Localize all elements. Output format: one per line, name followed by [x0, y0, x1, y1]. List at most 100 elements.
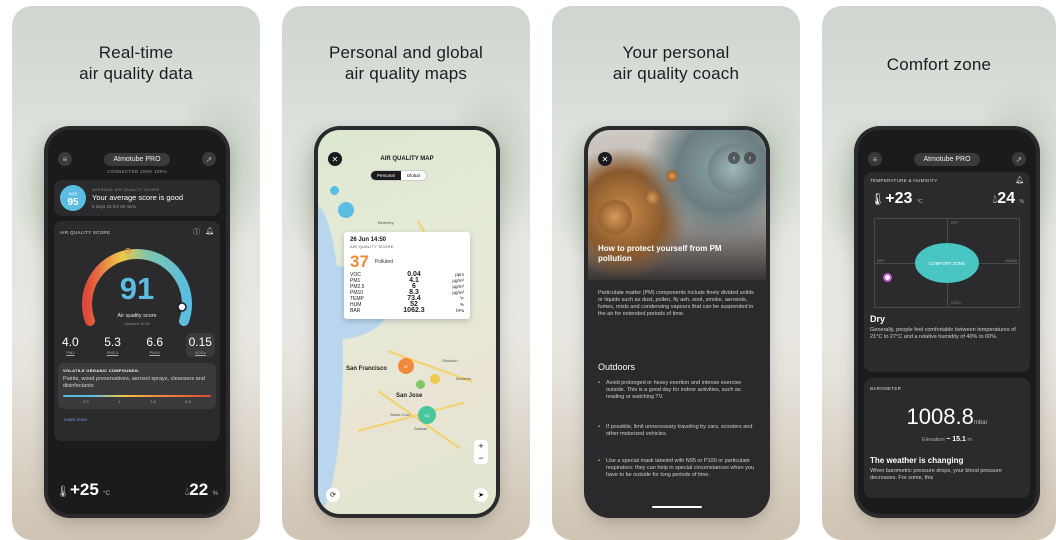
- comfort-status: Dry: [870, 314, 886, 324]
- voc-body: Paints, wood preservatives, aerosol spra…: [63, 376, 205, 389]
- share-icon[interactable]: ➚: [201, 152, 216, 166]
- temp-humidity-row: 🌡︎+25 °C 💧︎22 %: [56, 480, 218, 500]
- average-score-card[interactable]: AQS 95 AVERAGE AIR QUALITY SCORE Your av…: [54, 180, 220, 216]
- app-store-screenshots: Real-time air quality data ≡ Atmotube PR…: [0, 0, 1056, 540]
- popup-row: BAR 1062.3 hPa: [350, 307, 464, 314]
- humidity-value: 22: [189, 480, 209, 499]
- learn-more-link[interactable]: Learn more: [64, 417, 87, 422]
- comfort-zone: COMFORT ZONE: [915, 243, 979, 283]
- article-intro: Particulate matter (PM) components inclu…: [598, 290, 754, 317]
- tab-personal[interactable]: Personal: [371, 171, 401, 180]
- prev-icon[interactable]: ‹: [728, 152, 740, 164]
- town-label: Berkeley: [378, 220, 394, 225]
- device-pill[interactable]: Atmotube PRO: [104, 152, 170, 166]
- card-title: Real-time air quality data: [79, 43, 193, 83]
- device-pill[interactable]: Atmotube PRO: [914, 152, 980, 166]
- bell-icon[interactable]: 🔔︎: [205, 227, 214, 237]
- tip-item: If possible, limit unnecessary traveling…: [598, 424, 756, 438]
- share-icon[interactable]: ➚: [1011, 152, 1026, 166]
- axis-label: DRY: [877, 259, 885, 263]
- card-coach: Your personal air quality coach ✕ ‹ › Ho…: [552, 6, 800, 540]
- voc-tick: 0.3: [83, 399, 89, 404]
- comfort-description: Generally, people feel comfortable betwe…: [870, 327, 1016, 340]
- voc-tick: 2.5: [150, 399, 156, 404]
- axis-label: HOT: [951, 221, 959, 225]
- map-pin[interactable]: [430, 374, 440, 384]
- axis-label: HUMID: [1005, 259, 1017, 263]
- map-pin[interactable]: [416, 380, 425, 389]
- aqs-updated: Updated 18:50: [123, 321, 151, 326]
- badge-value: 95: [67, 197, 79, 208]
- metric-vocs[interactable]: 0.15 VOCs: [185, 333, 215, 357]
- temp-reading: 🌡︎+23 °C: [870, 190, 923, 207]
- zoom-in-icon[interactable]: +: [474, 440, 488, 452]
- voc-tick: 5.5: [185, 399, 191, 404]
- average-label: AVERAGE AIR QUALITY SCORE: [92, 187, 160, 192]
- section-heading: Outdoors: [598, 362, 636, 372]
- phone-maps: ✕ AIR QUALITY MAP Personal Global Berkel…: [318, 130, 496, 514]
- metric-pm25[interactable]: 5.3 PM2.5: [101, 333, 124, 357]
- card-comfort: Comfort zone ≡ Atmotube PRO ➚ TEMPERATUR…: [822, 6, 1056, 540]
- article-title: How to protect yourself from PM pollutio…: [598, 244, 722, 263]
- humidity-unit: %: [212, 491, 218, 497]
- voc-scale-bar: [63, 395, 211, 397]
- refresh-icon[interactable]: ⟳: [326, 488, 340, 502]
- phone-realtime: ≡ Atmotube PRO ➚ CONNECTED 100% 100% AQS…: [48, 130, 226, 514]
- town-label: Modesto: [456, 376, 472, 381]
- current-position-marker: [883, 273, 892, 282]
- elevation-reading: Elevation ~ 15.1 m: [922, 436, 972, 443]
- next-icon[interactable]: ›: [744, 152, 756, 164]
- zoom-out-icon[interactable]: −: [474, 452, 488, 464]
- tab-global[interactable]: Global: [401, 171, 426, 180]
- weather-title: The weather is changing: [870, 456, 964, 465]
- home-indicator: [652, 506, 702, 508]
- air-quality-score-card: AIR QUALITY SCORE ⓘ 🔔︎ 91 Air quality sc…: [54, 221, 220, 441]
- map-pin[interactable]: 61: [418, 406, 436, 424]
- pressure-reading: 1008.8mbar: [906, 404, 988, 429]
- weather-description: When barometric pressure drops, your blo…: [870, 468, 1002, 481]
- pager: ‹ ›: [728, 152, 756, 164]
- baro-title: BAROMETER: [870, 386, 902, 391]
- menu-icon[interactable]: ≡: [58, 152, 72, 166]
- map-scope-toggle[interactable]: Personal Global: [370, 170, 427, 181]
- station-popup: 26 Jun 14:50 AIR QUALITY SCORE 37 Pollute…: [344, 232, 470, 319]
- axis-label: COLD: [951, 301, 961, 305]
- bell-icon[interactable]: 🔔︎: [1015, 176, 1024, 184]
- tip-item: Avoid prolonged or heavy exertion and in…: [598, 380, 756, 401]
- town-label: Santa Cruz: [390, 412, 411, 417]
- average-headline: Your average score is good: [92, 193, 184, 202]
- thermometer-icon: 🌡︎: [870, 192, 886, 206]
- metrics-row: 4.0 PM1 5.3 PM2.5 6.6 PM10 0.15 VOCs: [59, 333, 215, 357]
- card-title: Comfort zone: [886, 55, 992, 74]
- humidity-reading: 💧︎24 %: [992, 190, 1024, 207]
- info-icon[interactable]: ⓘ: [193, 227, 200, 237]
- thermometer-icon: 🌡︎: [56, 486, 70, 498]
- zoom-control[interactable]: + −: [474, 440, 488, 464]
- metric-pm1[interactable]: 4.0 PM1: [59, 333, 82, 357]
- average-score-badge: AQS 95: [60, 185, 86, 211]
- town-label: Salinas: [414, 426, 428, 431]
- th-title: TEMPERATURE & HUMIDITY: [870, 178, 938, 183]
- city-label: San Francisco: [346, 366, 388, 372]
- average-period: 9 days 23 hrs 50 mins: [92, 204, 137, 209]
- menu-icon[interactable]: ≡: [868, 152, 882, 166]
- tip-item: Use a special mask labeled with N95 or P…: [598, 458, 756, 479]
- metric-pm10[interactable]: 6.6 PM10: [143, 333, 166, 357]
- voc-tick: 1: [118, 399, 121, 404]
- location-arrow-icon[interactable]: ➤: [474, 488, 488, 502]
- voc-info: VOLATILE ORGANIC COMPOUNDS: Paints, wood…: [58, 363, 216, 409]
- popup-datetime: 26 Jun 14:50: [350, 237, 387, 243]
- voc-heading: VOLATILE ORGANIC COMPOUNDS:: [63, 368, 140, 373]
- connection-status: CONNECTED 100% 100%: [107, 169, 167, 174]
- city-label: San Jose: [396, 393, 423, 399]
- phone-coach: ✕ ‹ › How to protect yourself from PM po…: [588, 130, 766, 514]
- air-quality-map[interactable]: [318, 130, 496, 514]
- temp-value: +25: [69, 480, 99, 499]
- map-pin-selected[interactable]: 37: [398, 358, 414, 374]
- map-pin[interactable]: [330, 186, 339, 195]
- close-icon[interactable]: ✕: [598, 152, 612, 166]
- map-pin[interactable]: [338, 202, 354, 218]
- temp-unit: °C: [103, 491, 110, 497]
- aqs-value: 91: [119, 271, 155, 306]
- popup-status: Polluted: [374, 259, 393, 265]
